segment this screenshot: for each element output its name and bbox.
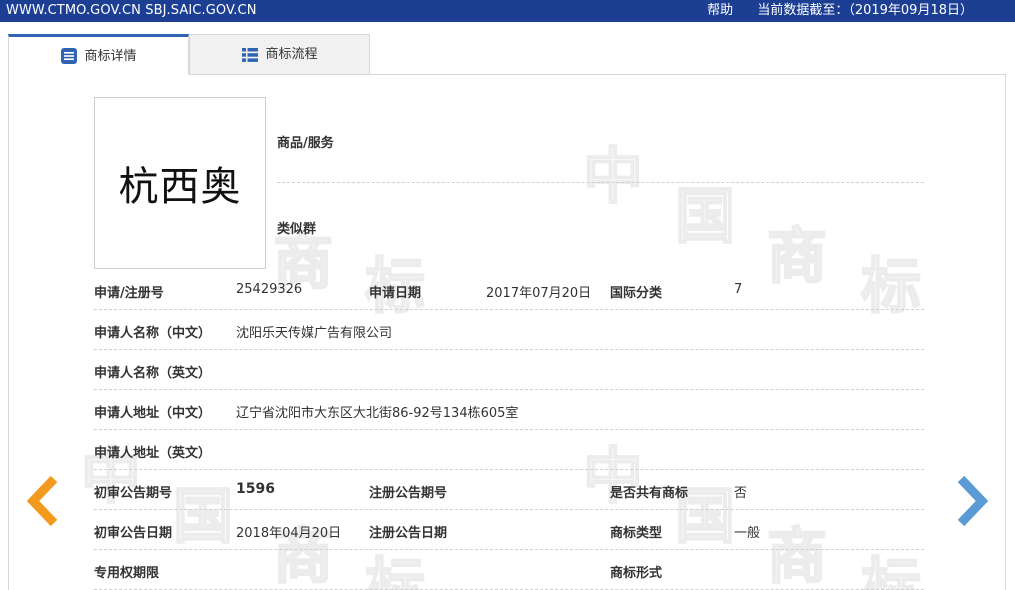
- reg-pub-date-label: 注册公告日期: [369, 526, 448, 541]
- prelim-pub-no-value[interactable]: 1596: [236, 481, 275, 497]
- app-date-value: 2017年07月20日: [486, 286, 592, 301]
- prelim-pub-no-label: 初审公告期号: [94, 486, 173, 501]
- divider: [94, 389, 924, 390]
- address-en-label: 申请人地址（英文）: [94, 446, 212, 461]
- divider: [94, 349, 924, 350]
- help-link[interactable]: 帮助: [707, 3, 733, 18]
- exclusive-period-label: 专用权期限: [94, 566, 160, 581]
- prelim-pub-date-value: 2018年04月20日: [236, 526, 342, 541]
- top-bar-right: 帮助 当前数据截至：（2019年09月18日）: [707, 0, 973, 22]
- applicant-cn-label: 申请人名称（中文）: [94, 326, 212, 341]
- intl-class-label: 国际分类: [610, 286, 663, 301]
- watermark-char: 国: [674, 182, 736, 252]
- tab-trademark-process[interactable]: 商标流程: [189, 34, 370, 75]
- reg-pub-no-label: 注册公告期号: [369, 486, 448, 501]
- similar-group-label: 类似群: [277, 222, 317, 237]
- shared-label: 是否共有商标: [610, 486, 689, 501]
- prelim-pub-date-label: 初审公告日期: [94, 526, 173, 541]
- watermark-char: 国: [172, 482, 234, 552]
- watermark-char: 标: [364, 552, 426, 590]
- watermark-char: 商: [766, 222, 828, 292]
- tm-type-label: 商标类型: [610, 526, 663, 541]
- divider: [94, 509, 924, 510]
- tab-label: 商标流程: [265, 47, 318, 62]
- list-grid-icon: [242, 47, 259, 62]
- data-date: 当前数据截至：（2019年09月18日）: [757, 3, 973, 18]
- details-panel: 中 国 商 标 商 标 中 国 商 标 中 国 商 标 杭西奥 商品/服务 类似…: [8, 74, 1006, 590]
- divider: [277, 182, 924, 183]
- watermark-char: 中: [582, 142, 644, 212]
- tab-trademark-details[interactable]: 商标详情: [8, 34, 189, 75]
- intl-class-value: 7: [734, 282, 743, 297]
- trademark-image: 杭西奥: [94, 97, 266, 269]
- watermark-char: 标: [860, 252, 922, 322]
- list-doc-icon: [61, 48, 78, 64]
- applicant-en-label: 申请人名称（英文）: [94, 366, 212, 381]
- app-date-label: 申请日期: [369, 286, 422, 301]
- divider: [94, 549, 924, 550]
- tab-label: 商标详情: [84, 48, 137, 64]
- watermark-char: 标: [860, 552, 922, 590]
- address-cn-label: 申请人地址（中文）: [94, 406, 212, 421]
- tm-type-value: 一般: [734, 526, 761, 541]
- divider: [94, 309, 924, 310]
- tm-form-label: 商标形式: [610, 566, 663, 581]
- site-url[interactable]: WWW.CTMO.GOV.CN SBJ.SAIC.GOV.CN: [6, 0, 257, 22]
- reg-no-label: 申请/注册号: [94, 286, 164, 301]
- shared-value: 否: [734, 486, 748, 501]
- divider: [94, 429, 924, 430]
- trademark-image-text: 杭西奥: [118, 164, 242, 210]
- watermark-char: 商: [766, 522, 828, 590]
- top-bar: WWW.CTMO.GOV.CN SBJ.SAIC.GOV.CN 帮助 当前数据截…: [0, 0, 1015, 22]
- next-arrow-icon[interactable]: [955, 475, 989, 527]
- applicant-cn-value: 沈阳乐天传媒广告有限公司: [236, 326, 393, 341]
- prev-arrow-icon[interactable]: [26, 475, 60, 527]
- goods-services-label: 商品/服务: [277, 136, 334, 151]
- divider: [94, 469, 924, 470]
- address-cn-value: 辽宁省沈阳市大东区大北街86-92号134栋605室: [236, 406, 519, 421]
- reg-no-value: 25429326: [236, 282, 303, 297]
